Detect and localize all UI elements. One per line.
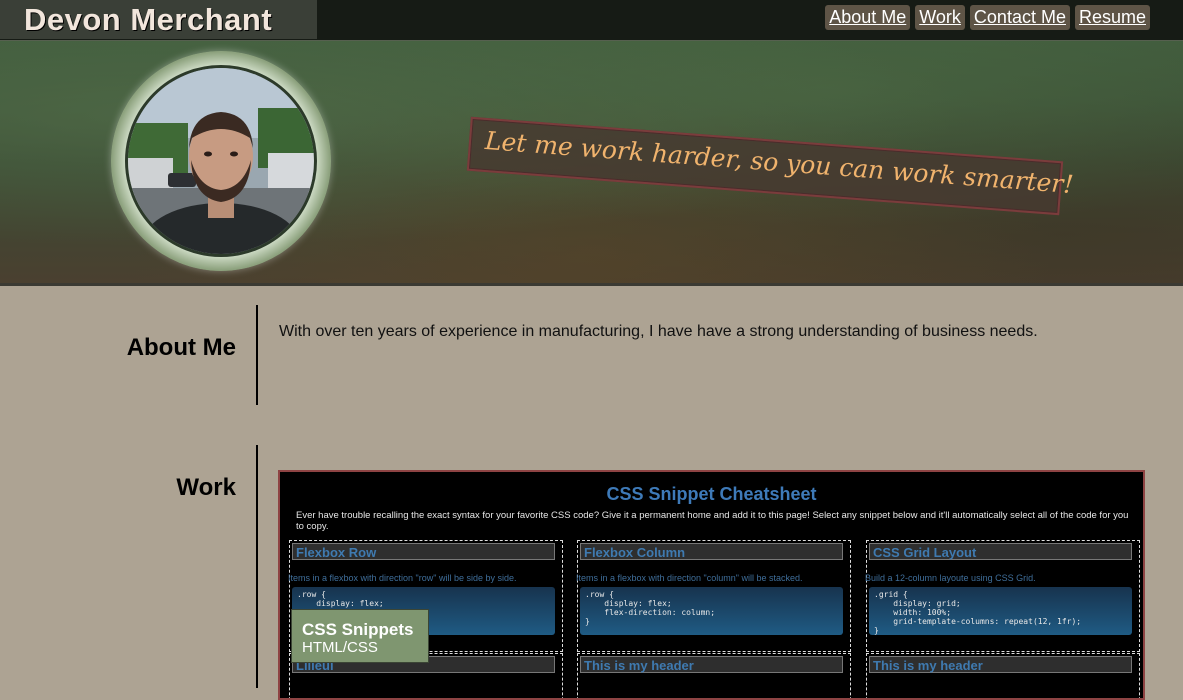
snippet-title: This is my header xyxy=(869,656,1132,673)
snippet-card: CSS Grid Layout Build a 12-column layout… xyxy=(865,540,1140,652)
about-divider xyxy=(256,305,258,405)
nav-link-contact[interactable]: Contact Me xyxy=(969,5,1070,30)
about-heading: About Me xyxy=(126,334,236,361)
snippet-description: Items in a flexbox with direction "colum… xyxy=(576,573,803,583)
profile-photo-image xyxy=(128,68,314,254)
snippet-title: Flexbox Column xyxy=(580,543,843,560)
project-label-title: CSS Snippets xyxy=(302,620,414,639)
snippet-description: Items in a flexbox with direction "row" … xyxy=(288,573,517,583)
project-screenshot-title: CSS Snippet Cheatsheet xyxy=(606,484,817,504)
project-screenshot-description: Ever have trouble recalling the exact sy… xyxy=(296,510,1129,532)
snippet-title: Flexbox Row xyxy=(292,543,555,560)
nav-link-about[interactable]: About Me xyxy=(825,5,911,30)
snippet-card: This is my header xyxy=(866,653,1140,698)
snippet-code: .row { display: flex; flex-direction: co… xyxy=(580,587,843,635)
snippet-description: Build a 12-column layoute using CSS Grid… xyxy=(865,573,1036,583)
work-divider xyxy=(256,445,258,688)
project-label-subtitle: HTML/CSS xyxy=(302,639,378,656)
project-label[interactable]: CSS Snippets HTML/CSS xyxy=(291,609,429,663)
snippet-card: Flexbox Column Items in a flexbox with d… xyxy=(576,540,851,652)
project-card[interactable]: CSS Snippet Cheatsheet Ever have trouble… xyxy=(278,470,1145,700)
nav-link-work[interactable]: Work xyxy=(915,5,965,30)
top-navbar: Devon Merchant About Me Work Contact Me … xyxy=(0,0,1183,41)
work-heading: Work xyxy=(176,474,236,501)
about-text: With over ten years of experience in man… xyxy=(279,323,1038,340)
hero-divider xyxy=(0,283,1183,286)
snippet-code: .grid { display: grid; width: 100%; grid… xyxy=(869,587,1132,635)
nav-link-resume[interactable]: Resume xyxy=(1074,5,1150,30)
brand-name: Devon Merchant xyxy=(24,2,273,37)
main-nav: About Me Work Contact Me Resume xyxy=(825,5,1150,30)
snippet-title: CSS Grid Layout xyxy=(869,543,1132,560)
brand-logo[interactable]: Devon Merchant xyxy=(0,0,317,39)
snippet-title: This is my header xyxy=(580,656,843,673)
profile-photo xyxy=(125,65,317,257)
snippet-card: This is my header xyxy=(577,653,851,698)
